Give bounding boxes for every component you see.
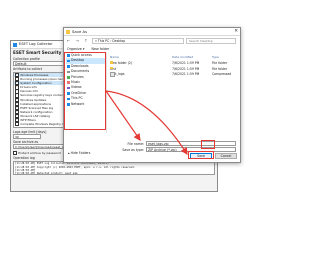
arrow-to-filename <box>105 90 141 141</box>
arrow-to-save <box>105 90 188 156</box>
annotation-arrows <box>105 90 188 156</box>
